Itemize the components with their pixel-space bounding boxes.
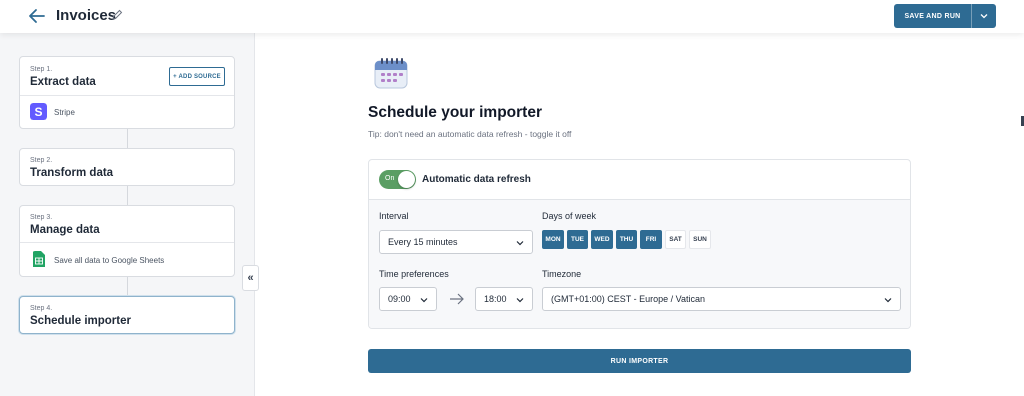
day-chip-mon[interactable]: MON (542, 230, 564, 249)
day-chip-fri[interactable]: FRI (640, 230, 662, 249)
save-and-run-button[interactable]: SAVE AND RUN (894, 4, 996, 28)
schedule-settings-card: On Automatic data refresh Interval Every… (368, 159, 911, 329)
stripe-icon: S (30, 103, 47, 120)
top-bar: Invoices SAVE AND RUN (0, 0, 1024, 33)
time-preferences-label: Time preferences (379, 269, 449, 279)
step-connector (127, 185, 128, 205)
arrow-right-icon (450, 293, 464, 305)
step-title: Transform data (30, 167, 114, 179)
calendar-icon (374, 58, 408, 89)
day-chip-wed[interactable]: WED (591, 230, 613, 249)
step-connector (127, 128, 128, 148)
timezone-value: (GMT+01:00) CEST - Europe / Vatican (551, 294, 705, 304)
source-name: Stripe (54, 108, 75, 117)
save-options-dropdown[interactable] (972, 13, 996, 19)
day-chip-sun[interactable]: SUN (689, 230, 711, 249)
section-heading: Schedule your importer (368, 104, 542, 121)
page-title: Invoices (56, 7, 117, 24)
toggle-knob (398, 171, 415, 188)
timezone-label: Timezone (542, 269, 582, 279)
end-time-value: 18:00 (484, 294, 507, 304)
start-time-select[interactable]: 09:00 (379, 287, 437, 311)
interval-select[interactable]: Every 15 minutes (379, 230, 533, 254)
auto-refresh-label: Automatic data refresh (422, 174, 531, 185)
collapse-sidebar-button[interactable]: « (242, 265, 259, 291)
chevron-down-icon (516, 298, 524, 303)
save-and-run-label: SAVE AND RUN (904, 12, 961, 20)
timezone-select[interactable]: (GMT+01:00) CEST - Europe / Vatican (542, 287, 901, 311)
schedule-options: Interval Every 15 minutes Days of week M… (369, 200, 910, 328)
step-title: Extract data (30, 76, 96, 88)
back-arrow-icon[interactable] (28, 8, 46, 24)
step-extract-data[interactable]: Step 1. Extract data + ADD SOURCE S Stri… (19, 56, 235, 129)
add-source-button[interactable]: + ADD SOURCE (169, 67, 225, 86)
step-manage-data[interactable]: Step 3. Manage data Save all data to Goo… (19, 205, 235, 277)
chevron-down-icon (980, 14, 988, 19)
tip-text: Tip: don't need an automatic data refres… (368, 129, 572, 139)
day-chip-sat[interactable]: SAT (665, 230, 686, 249)
start-time-value: 09:00 (388, 294, 411, 304)
step-title: Schedule importer (30, 315, 131, 327)
steps-sidebar: Step 1. Extract data + ADD SOURCE S Stri… (0, 33, 255, 396)
divider (20, 95, 234, 96)
chevron-down-icon (420, 298, 428, 303)
google-sheets-icon (33, 251, 45, 267)
end-time-select[interactable]: 18:00 (475, 287, 533, 311)
step-connector (127, 277, 128, 297)
day-chip-thu[interactable]: THU (616, 230, 637, 249)
step-number: Step 4. (30, 305, 53, 312)
svg-text:S: S (34, 105, 42, 119)
auto-refresh-toggle[interactable]: On (379, 170, 416, 189)
interval-label: Interval (379, 211, 409, 221)
interval-value: Every 15 minutes (388, 237, 458, 247)
chevron-down-icon (884, 298, 892, 303)
destination-name: Save all data to Google Sheets (54, 256, 165, 265)
chevron-down-icon (516, 241, 524, 246)
step-title: Manage data (30, 224, 100, 236)
step-schedule-importer[interactable]: Step 4. Schedule importer (19, 296, 235, 334)
days-of-week-label: Days of week (542, 211, 597, 221)
edit-pencil-icon[interactable] (111, 9, 123, 21)
step-number: Step 1. (30, 66, 53, 73)
day-chip-tue[interactable]: TUE (567, 230, 588, 249)
divider (20, 242, 234, 243)
auto-refresh-row: On Automatic data refresh (369, 160, 910, 200)
step-number: Step 2. (30, 157, 53, 164)
toggle-state: On (385, 175, 395, 182)
step-number: Step 3. (30, 214, 53, 221)
step-transform-data[interactable]: Step 2. Transform data (19, 148, 235, 186)
run-importer-button[interactable]: RUN IMPORTER (368, 349, 911, 373)
